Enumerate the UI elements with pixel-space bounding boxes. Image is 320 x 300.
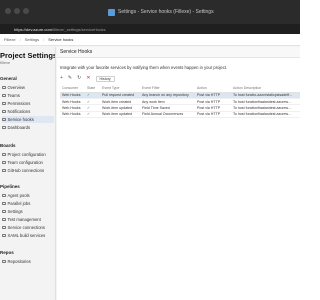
sidebar-item-service-hooks[interactable]: Service hooks	[2, 116, 54, 123]
sidebar-item-teams[interactable]: Teams	[2, 92, 54, 99]
sidebar-item-test-management[interactable]: Test management	[2, 216, 54, 223]
tab-title: Settings - Service hooks (Fillexe) - Set…	[118, 9, 214, 15]
breadcrumb: Fillexe / Settings / Service hooks	[0, 34, 300, 46]
section-pipelines: Pipelines	[0, 184, 20, 189]
page-title: Service Hooks	[60, 49, 93, 55]
test-icon	[2, 217, 6, 222]
sidebar-title: Project Settings	[0, 51, 56, 60]
minimize-window-icon[interactable]	[14, 8, 20, 14]
gear-icon	[2, 209, 6, 214]
column-header-state[interactable]: State	[85, 85, 100, 93]
section-repos: Repos	[0, 250, 14, 255]
history-button[interactable]: History	[95, 75, 115, 82]
github-icon	[2, 168, 6, 173]
delete-icon[interactable]: ✕	[86, 76, 90, 81]
main-content: Service Hooks Integrate with your favori…	[57, 47, 300, 300]
sidebar-item-github-connections[interactable]: GitHub connections	[2, 167, 54, 174]
address-bar[interactable]: https://dev.azure.com/fillexe/_settings/…	[0, 24, 300, 34]
browser-window: Settings - Service hooks (Fillexe) - Set…	[0, 0, 300, 300]
parallel-icon	[2, 201, 6, 206]
column-header-event-type[interactable]: Event Type	[100, 85, 140, 93]
sidebar-item-team-configuration[interactable]: Team configuration	[2, 159, 54, 166]
cell-consumer: Web Hooks	[60, 111, 85, 119]
hook-icon	[2, 117, 6, 122]
agent-icon	[2, 193, 6, 198]
column-header-consumer[interactable]: Consumer	[60, 85, 85, 93]
people-icon	[2, 93, 6, 98]
sidebar-item-overview[interactable]: Overview	[2, 84, 54, 91]
cell-event-filter: Field Annual Occurrences	[140, 111, 195, 119]
sidebar-item-settings[interactable]: Settings	[2, 208, 54, 215]
section-boards: Boards	[0, 143, 16, 148]
breadcrumb-settings[interactable]: Settings	[25, 37, 39, 42]
config-icon	[2, 152, 6, 157]
url-text[interactable]: https://dev.azure.com/fillexe/_settings/…	[14, 27, 106, 32]
toolbar: + ✎ ↻ ✕ History	[60, 75, 115, 82]
plug-icon	[2, 225, 6, 230]
page-description: Integrate with your favorite services by…	[60, 65, 228, 70]
sidebar-item-parallel-jobs[interactable]: Parallel jobs	[2, 200, 54, 207]
lock-icon	[2, 101, 6, 106]
sidebar-item-dashboards[interactable]: Dashboards	[2, 124, 54, 131]
dashboard-icon	[2, 125, 6, 130]
sidebar-item-service-connections[interactable]: Service connections	[2, 224, 54, 231]
sidebar-item-permissions[interactable]: Permissions	[2, 100, 54, 107]
table-row[interactable]: Web Hooks ✓ Work item updated Field Annu…	[60, 111, 300, 119]
breadcrumb-current[interactable]: Service hooks	[48, 37, 73, 42]
breadcrumb-org[interactable]: Fillexe	[4, 37, 16, 42]
sidebar-item-notifications[interactable]: Notifications	[2, 108, 54, 115]
title-bar: Settings - Service hooks (Fillexe) - Set…	[0, 0, 300, 24]
sidebar-item-repositories[interactable]: Repositories	[2, 258, 54, 265]
page-header: Service Hooks	[57, 47, 300, 58]
repo-icon	[2, 259, 6, 264]
column-header-action-description[interactable]: Action Description	[231, 85, 300, 93]
column-header-event-filter[interactable]: Event Filter	[140, 85, 195, 93]
edit-icon[interactable]: ✎	[68, 76, 72, 81]
enabled-check-icon: ✓	[85, 111, 100, 119]
column-header-action[interactable]: Action	[195, 85, 231, 93]
sidebar-item-xaml-build-services[interactable]: XAML build services	[2, 232, 54, 239]
cell-action-description: To host functionfiaalandest.azurew...	[231, 111, 300, 119]
table-header-row: Consumer State Event Type Event Filter A…	[60, 85, 300, 93]
close-window-icon[interactable]	[5, 8, 11, 14]
refresh-icon[interactable]: ↻	[77, 76, 81, 81]
bell-icon	[2, 109, 6, 114]
info-icon	[2, 85, 6, 90]
add-subscription-button[interactable]: +	[60, 76, 63, 81]
build-icon	[2, 233, 6, 238]
subscriptions-table: Consumer State Event Type Event Filter A…	[60, 85, 300, 119]
maximize-window-icon[interactable]	[23, 8, 29, 14]
sidebar-item-agent-pools[interactable]: Agent pools	[2, 192, 54, 199]
settings-sidebar: Project Settings fillexe General Overvie…	[0, 47, 56, 300]
people-icon	[2, 160, 6, 165]
cell-event-type: Work item updated	[100, 111, 140, 119]
sidebar-item-project-configuration[interactable]: Project configuration	[2, 151, 54, 158]
azure-devops-icon	[108, 8, 115, 16]
browser-tab[interactable]: Settings - Service hooks (Fillexe) - Set…	[108, 4, 228, 20]
section-general: General	[0, 76, 17, 81]
sidebar-subtitle: fillexe	[0, 60, 11, 65]
cell-action: Post via HTTP	[195, 111, 231, 119]
